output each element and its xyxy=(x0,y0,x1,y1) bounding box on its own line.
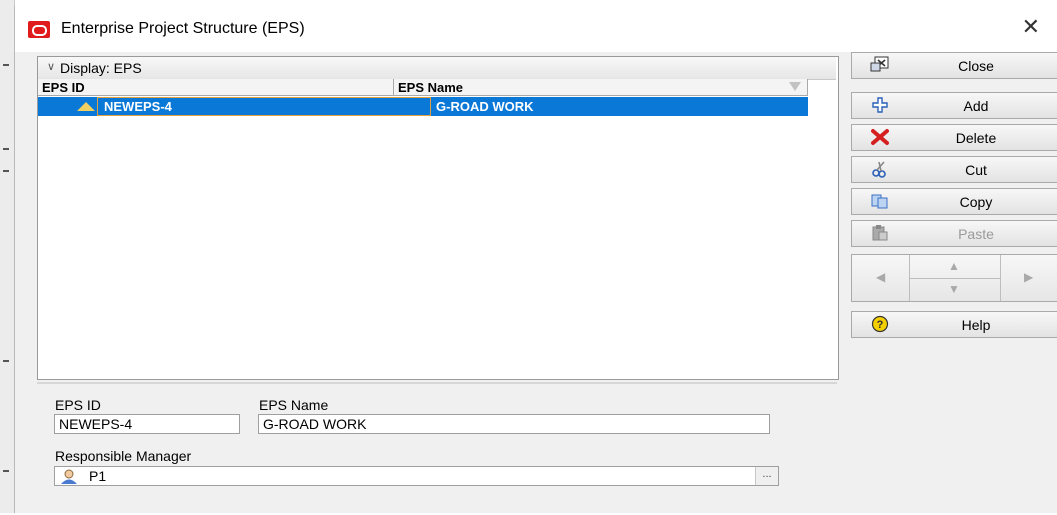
column-header-eps-name[interactable]: EPS Name xyxy=(394,79,808,96)
close-button[interactable]: Close xyxy=(851,52,1057,79)
move-left-icon[interactable]: ◀ xyxy=(876,270,885,284)
eps-name-field[interactable]: G-ROAD WORK xyxy=(258,414,770,434)
display-label: Display: EPS xyxy=(60,60,142,76)
eps-name-label: EPS Name xyxy=(259,397,329,413)
move-right-icon[interactable]: ▶ xyxy=(1024,270,1033,284)
nav-divider xyxy=(910,278,1000,279)
copy-button-label: Copy xyxy=(959,194,993,210)
eps-details-panel: EPS ID NEWEPS-4 EPS Name G-ROAD WORK Res… xyxy=(37,382,837,515)
close-window-icon xyxy=(870,56,890,74)
add-button[interactable]: Add xyxy=(851,92,1057,119)
app-logo-icon xyxy=(28,21,50,38)
close-button-label: Close xyxy=(958,58,994,74)
cell-eps-name[interactable]: G-ROAD WORK xyxy=(431,97,808,116)
user-icon xyxy=(60,469,80,484)
chevron-down-icon: ∨ xyxy=(47,61,56,73)
delete-button-label: Delete xyxy=(955,130,997,146)
manager-browse-button[interactable]: ... xyxy=(755,467,778,485)
cell-eps-id[interactable]: NEWEPS-4 xyxy=(97,97,431,116)
eps-id-label: EPS ID xyxy=(55,397,101,413)
window-close-icon[interactable]: ✕ xyxy=(1022,14,1040,40)
help-button[interactable]: ? Help xyxy=(851,311,1057,338)
cut-button[interactable]: Cut xyxy=(851,156,1057,183)
add-button-label: Add xyxy=(963,98,989,114)
eps-diamond-icon xyxy=(77,102,95,111)
copy-button[interactable]: Copy xyxy=(851,188,1057,215)
column-header-eps-id[interactable]: EPS ID xyxy=(38,79,394,96)
svg-text:?: ? xyxy=(877,319,884,331)
add-plus-icon xyxy=(870,96,890,114)
window-title: Enterprise Project Structure (EPS) xyxy=(61,20,305,37)
title-bar: Enterprise Project Structure (EPS) ✕ xyxy=(15,6,1057,52)
scissors-icon xyxy=(870,160,890,178)
column-header-eps-name-label: EPS Name xyxy=(398,80,464,95)
eps-id-field[interactable]: NEWEPS-4 xyxy=(54,414,240,434)
paste-button[interactable]: Paste xyxy=(851,220,1057,247)
eps-grid: ∨ Display: EPS EPS ID EPS Name NEWEPS-4 … xyxy=(37,56,839,380)
outline-navigation: ◀ ▲ ▼ ▶ xyxy=(851,254,1057,302)
paste-button-label: Paste xyxy=(958,226,994,242)
cut-button-label: Cut xyxy=(965,162,987,178)
copy-icon xyxy=(870,192,890,210)
move-down-icon[interactable]: ▼ xyxy=(948,282,960,296)
move-up-icon[interactable]: ▲ xyxy=(948,259,960,273)
background-window-edge xyxy=(0,0,15,513)
paste-clipboard-icon xyxy=(870,224,890,242)
delete-button[interactable]: Delete xyxy=(851,124,1057,151)
delete-x-icon xyxy=(870,128,890,146)
help-question-icon: ? xyxy=(870,315,890,333)
nav-divider xyxy=(1000,255,1001,301)
responsible-manager-label: Responsible Manager xyxy=(55,448,192,464)
responsible-manager-field[interactable]: P1 ... xyxy=(54,466,779,486)
display-filter-bar[interactable]: ∨ Display: EPS xyxy=(38,57,836,80)
eps-dialog: Enterprise Project Structure (EPS) ✕ ∨ D… xyxy=(14,6,1057,513)
help-button-label: Help xyxy=(961,317,991,333)
sort-filter-icon[interactable] xyxy=(789,82,801,91)
responsible-manager-value: P1 xyxy=(89,468,107,484)
